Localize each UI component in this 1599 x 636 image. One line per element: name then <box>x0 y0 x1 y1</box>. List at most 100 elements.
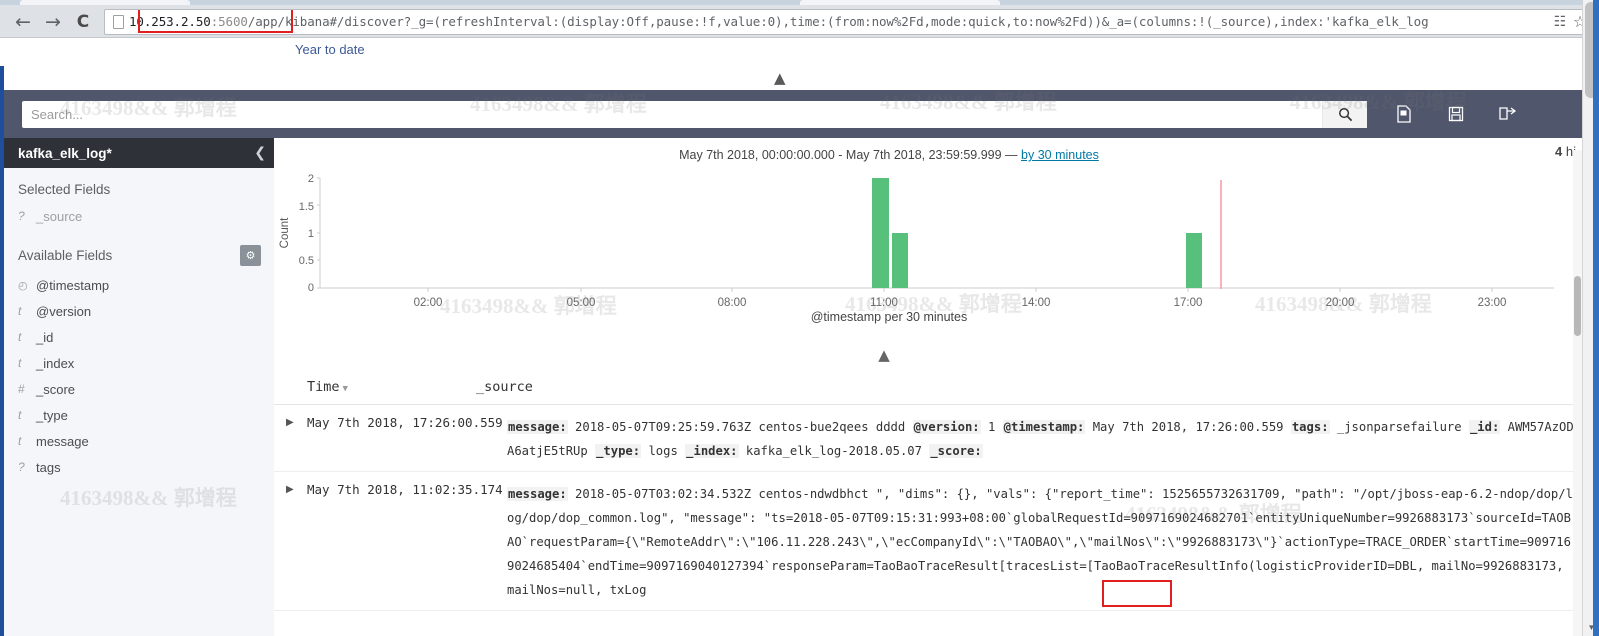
field-label: @version <box>36 303 92 319</box>
svg-text:Count: Count <box>279 217 291 248</box>
table-header-row: Time ▼ _source <box>274 370 1582 405</box>
source-value: 1 <box>987 420 996 434</box>
source-value: 2018-05-07T03:02:34.532Z centos-ndwdbhct… <box>507 487 1573 597</box>
browser-nav-row: ← → C 10.253.2.50:5600/app/kibana#/disco… <box>0 5 1599 38</box>
source-value: 2018-05-07T09:25:59.763Z centos-bue2qees… <box>575 420 906 434</box>
available-fields-header: Available Fields ⚙ <box>18 245 261 266</box>
chart-bar <box>1186 233 1202 288</box>
search-icon[interactable] <box>1322 100 1367 128</box>
field-label: _id <box>36 329 54 345</box>
bookmark-year-to-date[interactable]: Year to date <box>295 42 365 57</box>
chevron-left-icon[interactable]: ❮ <box>254 145 266 161</box>
sidebar-field-type[interactable]: t _type <box>4 402 274 428</box>
expand-row-icon[interactable]: ▶ <box>274 482 307 602</box>
source-key: _score: <box>929 444 983 458</box>
cast-icon[interactable]: ☷ <box>1551 13 1569 31</box>
sidebar-field-score[interactable]: # _score <box>4 376 274 402</box>
new-search-icon[interactable] <box>1389 99 1419 129</box>
kibana-discover-app: ▲ Search... kafka_elk_log* ❮ Selected Fi… <box>4 66 1582 636</box>
source-key: _type: <box>595 444 642 458</box>
kibana-scrollbar[interactable] <box>1573 150 1582 636</box>
sort-caret-down-icon[interactable]: ▼ <box>343 384 348 394</box>
chart-time-range: May 7th 2018, 00:00:00.000 - May 7th 201… <box>679 148 1022 162</box>
field-type-icon: t <box>18 408 22 422</box>
cell-source: message: 2018-05-07T09:25:59.763Z centos… <box>507 415 1582 463</box>
index-pattern-header[interactable]: kafka_elk_log* ❮ <box>4 138 274 168</box>
field-sidebar: kafka_elk_log* ❮ Selected Fields ? _sour… <box>4 138 274 636</box>
source-value: logs <box>648 444 678 458</box>
query-bar <box>4 90 1582 138</box>
chart-x-axis-label: @timestamp per 30 minutes <box>810 310 968 324</box>
sidebar-field-_source[interactable]: ? _source <box>4 203 274 229</box>
svg-text:05:00: 05:00 <box>567 297 596 309</box>
url-host: 10.253.2.50 <box>129 14 211 29</box>
url-port: :5600 <box>210 14 248 29</box>
source-key: tags: <box>1290 420 1330 434</box>
field-type-icon: # <box>18 382 25 396</box>
expand-row-icon[interactable]: ▶ <box>274 415 307 463</box>
field-type-icon: ? <box>18 460 25 474</box>
forward-arrow-icon[interactable]: → <box>38 7 68 37</box>
page-info-icon[interactable] <box>110 14 126 30</box>
field-label: tags <box>36 459 61 475</box>
gear-icon[interactable]: ⚙ <box>240 245 261 266</box>
table-row[interactable]: ▶ May 7th 2018, 17:26:00.559 message: 20… <box>274 405 1582 472</box>
sidebar-field-timestamp[interactable]: ◴ @timestamp <box>4 272 274 298</box>
source-value: May 7th 2018, 17:26:00.559 <box>1092 420 1284 434</box>
svg-text:2: 2 <box>308 173 314 185</box>
svg-text:17:00: 17:00 <box>1174 297 1203 309</box>
column-header-time-label: Time <box>307 379 340 395</box>
available-fields-title: Available Fields <box>18 248 113 263</box>
cell-time: May 7th 2018, 17:26:00.559 <box>307 415 503 430</box>
svg-text:20:00: 20:00 <box>1326 297 1355 309</box>
back-arrow-icon[interactable]: ← <box>8 7 38 37</box>
chart-title: May 7th 2018, 00:00:00.000 - May 7th 201… <box>274 148 1504 162</box>
source-value: kafka_elk_log-2018.05.07 <box>745 444 922 458</box>
column-header-source: _source <box>476 379 533 395</box>
source-key: _id: <box>1468 420 1501 434</box>
kibana-scrollbar-thumb[interactable] <box>1574 276 1581 336</box>
source-value: _jsonparsefailure <box>1336 420 1462 434</box>
svg-text:0.5: 0.5 <box>299 255 314 267</box>
svg-text:0: 0 <box>308 282 314 294</box>
url-path: /app/kibana#/discover?_g=(refreshInterva… <box>247 14 1429 29</box>
svg-text:1.5: 1.5 <box>299 201 314 213</box>
open-search-icon[interactable] <box>1493 99 1523 129</box>
sidebar-field-id[interactable]: t _id <box>4 324 274 350</box>
sidebar-field-version[interactable]: t @version <box>4 298 274 324</box>
svg-text:11:00: 11:00 <box>870 297 898 309</box>
histogram-chart: May 7th 2018, 00:00:00.000 - May 7th 201… <box>274 138 1582 338</box>
source-key: message: <box>507 487 568 501</box>
sidebar-field-index[interactable]: t _index <box>4 350 274 376</box>
chart-interval-link[interactable]: by 30 minutes <box>1021 148 1099 162</box>
chart-collapse-toggle[interactable]: ▲ <box>854 343 914 367</box>
table-row[interactable]: ▶ May 7th 2018, 11:02:35.174 message: 20… <box>274 472 1582 611</box>
search-input[interactable] <box>22 100 1322 128</box>
sidebar-field-message[interactable]: t message <box>4 428 274 454</box>
field-type-icon: ? <box>18 209 25 223</box>
reload-icon[interactable]: C <box>68 7 98 37</box>
field-label: _type <box>36 407 68 423</box>
field-type-icon: ◴ <box>18 278 28 292</box>
field-label: _index <box>36 355 75 371</box>
address-bar[interactable]: 10.253.2.50:5600/app/kibana#/discover?_g… <box>104 8 1593 35</box>
bookmarks-bar: Year to date <box>0 38 1599 67</box>
field-type-icon: t <box>18 304 22 318</box>
discover-content: 4 hi May 7th 2018, 00:00:00.000 - May 7t… <box>274 138 1582 636</box>
field-label: _score <box>36 381 76 397</box>
search-box[interactable] <box>22 100 1367 128</box>
save-search-icon[interactable] <box>1441 99 1471 129</box>
chart-bar <box>892 233 908 288</box>
field-type-icon: t <box>18 330 22 344</box>
svg-text:02:00: 02:00 <box>414 297 443 309</box>
top-collapse-strip: ▲ <box>4 66 1582 91</box>
sidebar-field-tags[interactable]: ? tags <box>4 454 274 480</box>
source-key: @timestamp: <box>1002 420 1086 434</box>
field-label: message <box>36 433 89 449</box>
chart-svg[interactable]: 2 1.5 1 0.5 0 Count 02:00 05:00 08:00 11… <box>274 170 1564 310</box>
column-header-time[interactable]: Time ▼ <box>274 379 474 395</box>
svg-text:08:00: 08:00 <box>718 297 747 309</box>
documents-table: Time ▼ _source ▶ May 7th 2018, 17:26:00.5… <box>274 370 1582 636</box>
chevron-up-icon[interactable]: ▲ <box>774 69 786 87</box>
svg-text:23:00: 23:00 <box>1478 297 1507 309</box>
